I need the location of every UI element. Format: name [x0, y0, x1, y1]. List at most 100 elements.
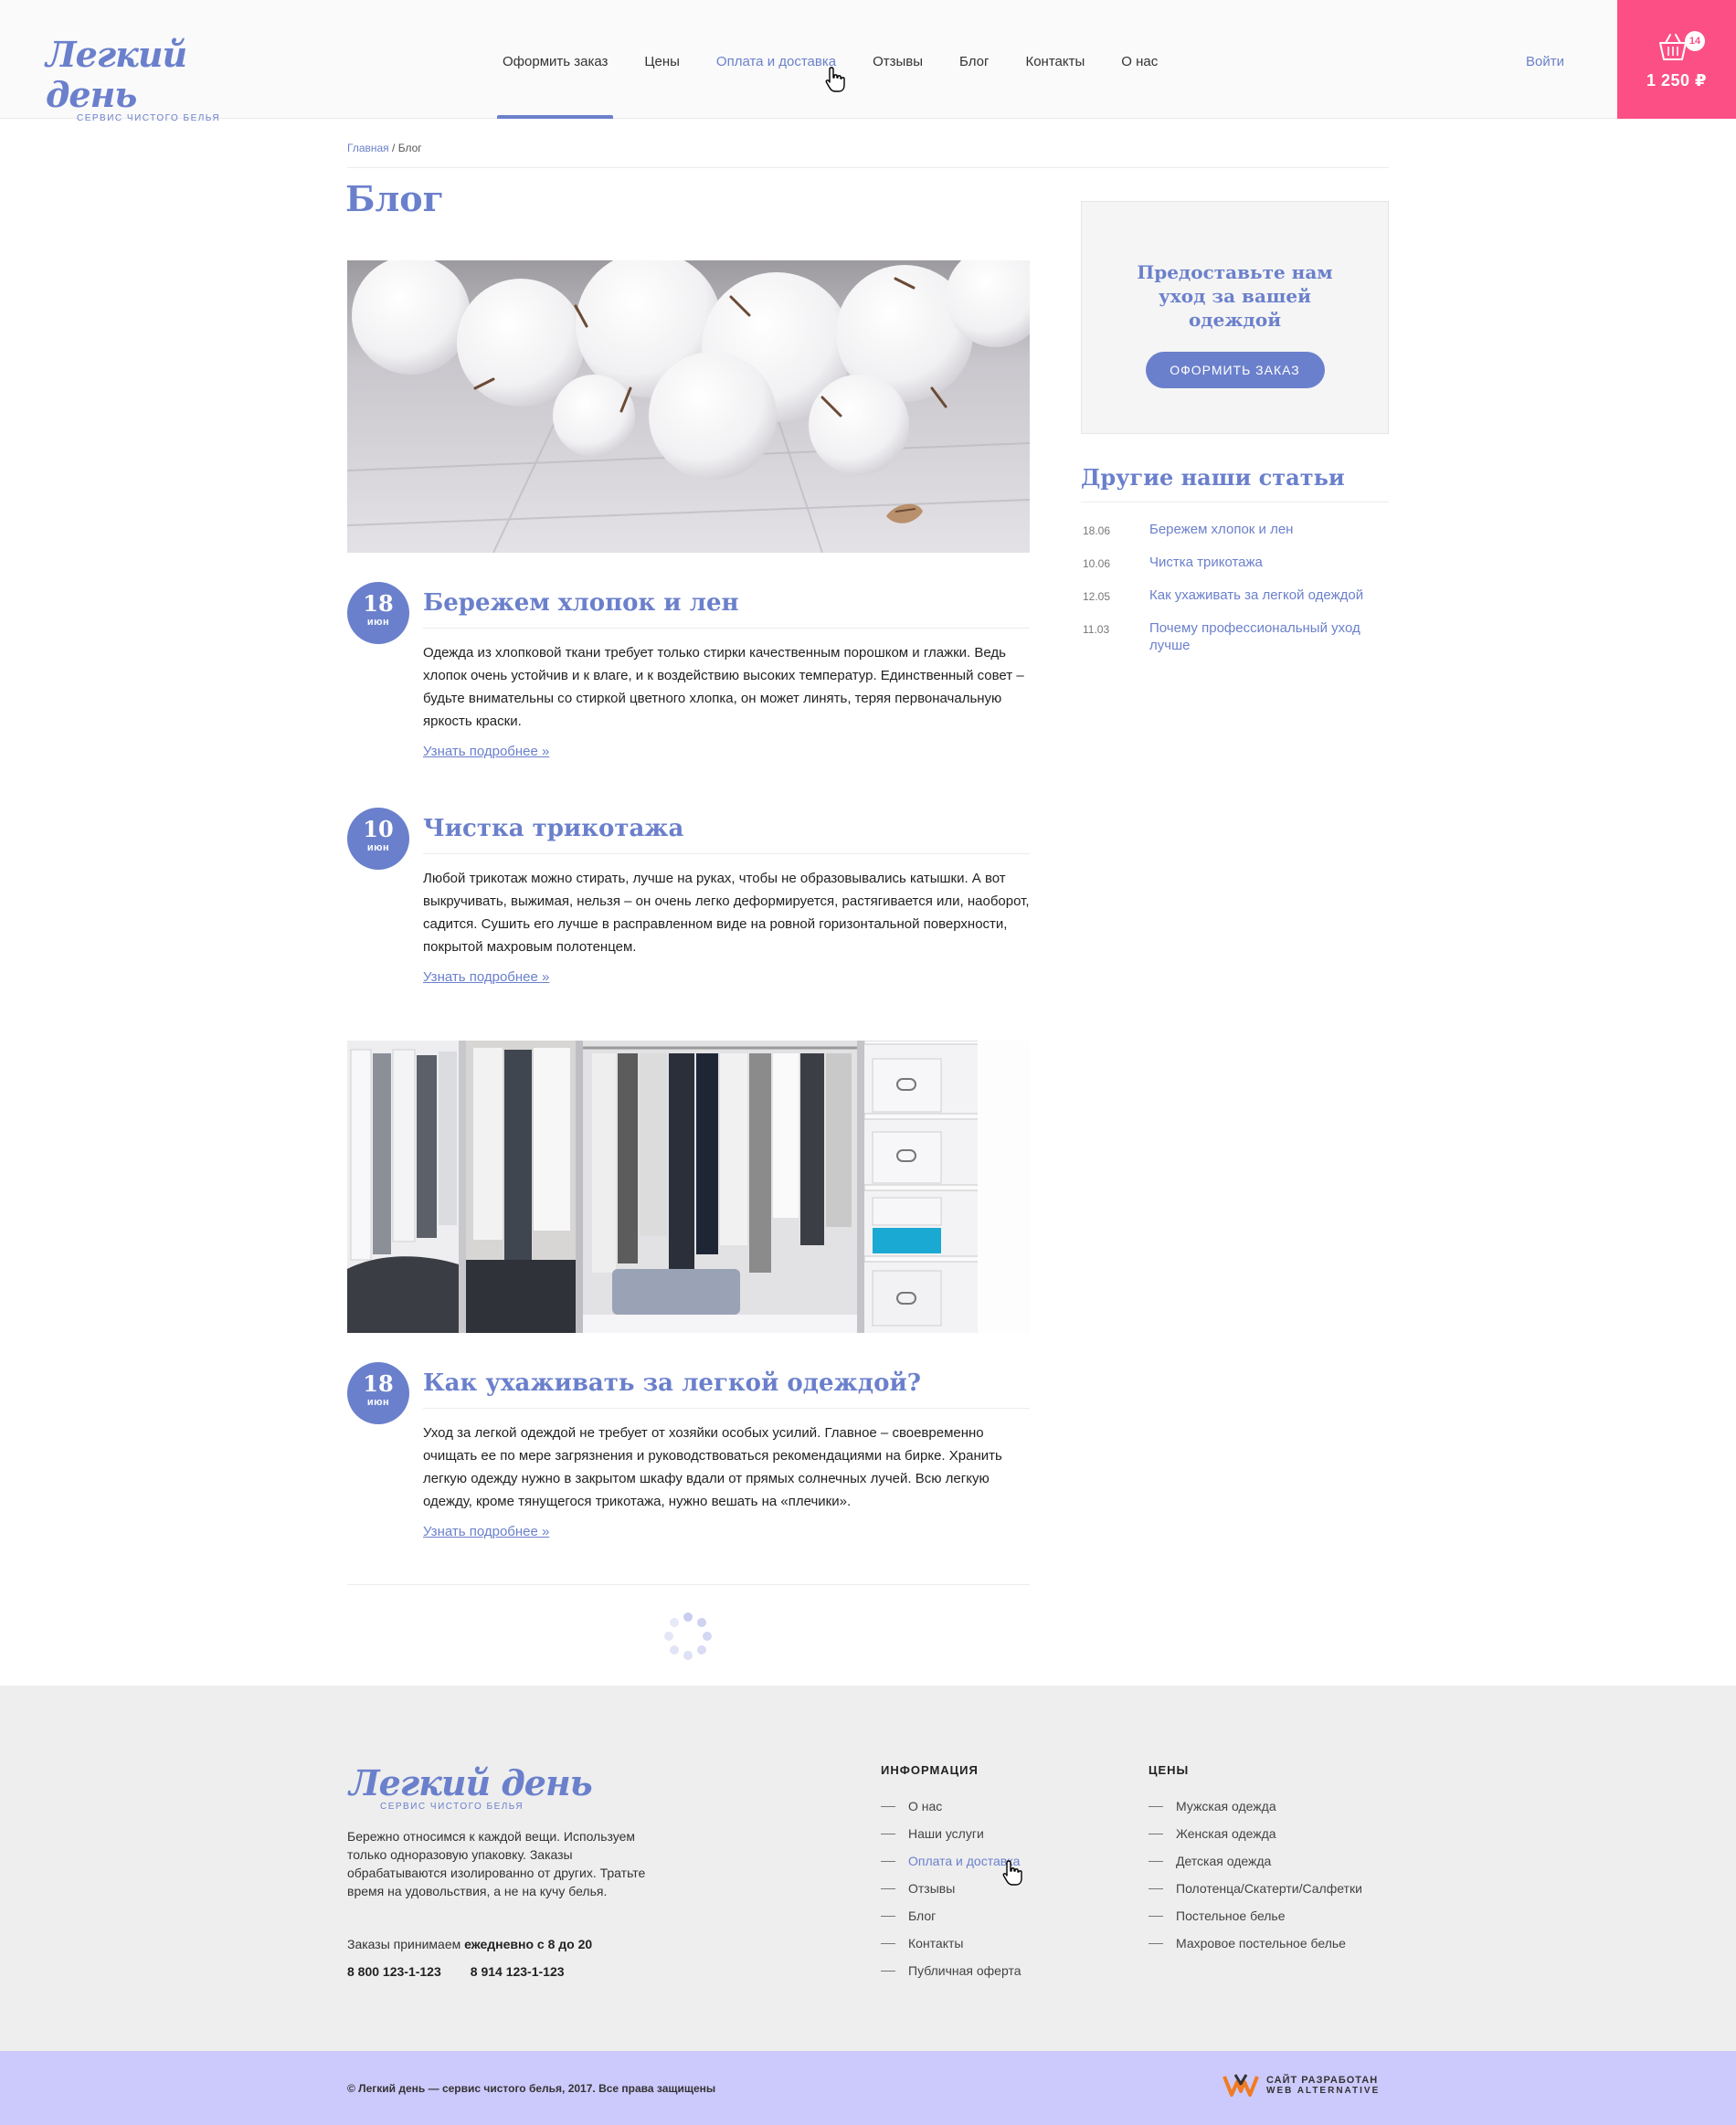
- post-title[interactable]: Как ухаживать за легкой одеждой?: [423, 1362, 1030, 1409]
- footer-hours: Заказы принимаем ежедневно с 8 до 20: [347, 1937, 592, 1951]
- article-date: 12.05: [1083, 590, 1111, 603]
- article-link[interactable]: Чистка трикотажа: [1149, 554, 1391, 573]
- nav-item-contacts[interactable]: Контакты: [1007, 0, 1103, 119]
- article-date: 10.06: [1083, 557, 1111, 570]
- article-link[interactable]: Как ухаживать за легкой одеждой: [1149, 587, 1391, 606]
- nav-item-order[interactable]: Оформить заказ: [484, 0, 626, 119]
- footer-info-title: Информация: [881, 1763, 979, 1777]
- nav-item-payment-delivery[interactable]: Оплата и доставка: [698, 0, 854, 119]
- cart-count-badge: 14: [1685, 31, 1705, 51]
- footer-link[interactable]: Полотенца/Скатерти/Салфетки: [1149, 1879, 1362, 1898]
- hand-cursor-icon: [825, 67, 845, 92]
- footer-link[interactable]: Отзывы: [881, 1879, 1021, 1898]
- nav-item-about[interactable]: О нас: [1103, 0, 1176, 119]
- logo-subtitle: СЕРВИС ЧИСТОГО БЕЛЬЯ: [77, 113, 221, 123]
- page-title: Блог: [345, 178, 444, 219]
- blog-post: 10 июн Чистка трикотажа Любой трикотаж м…: [347, 808, 1030, 986]
- post-date-badge: 18 июн: [347, 582, 409, 644]
- footer-link[interactable]: Детская одежда: [1149, 1852, 1362, 1870]
- order-promo-box: Предоставьте нам уход за вашей одеждой О…: [1081, 201, 1389, 434]
- footer-link[interactable]: Публичная оферта: [881, 1961, 1021, 1980]
- phone-2[interactable]: 8 914 123-1-123: [471, 1964, 565, 1979]
- post-image-cotton[interactable]: [347, 260, 1030, 553]
- footer-link[interactable]: Оплата и доставка: [881, 1852, 1021, 1870]
- post-date-month: июн: [366, 1397, 390, 1408]
- post-title[interactable]: Чистка трикотажа: [423, 808, 1030, 854]
- nav-item-reviews[interactable]: Отзывы: [854, 0, 941, 119]
- footer-link[interactable]: Мужская одежда: [1149, 1797, 1362, 1815]
- article-date: 18.06: [1083, 524, 1111, 537]
- nav-item-prices[interactable]: Цены: [626, 0, 698, 119]
- login-link[interactable]: Войти: [1526, 0, 1564, 119]
- cart-total: 1 250 ₽: [1646, 71, 1708, 90]
- post-title[interactable]: Бережем хлопок и лен: [423, 582, 1030, 629]
- copyright: © Легкий день — сервис чистого белья, 20…: [347, 2082, 716, 2095]
- order-button[interactable]: Оформить заказ: [1145, 352, 1325, 388]
- other-articles-list: 18.06 Бережем хлопок и лен 10.06 Чистка …: [1083, 521, 1391, 668]
- post-image-wardrobe[interactable]: [347, 1041, 1030, 1333]
- loading-spinner-icon: [664, 1612, 712, 1660]
- web-alternative-logo-icon: [1223, 2074, 1259, 2097]
- article-link[interactable]: Бережем хлопок и лен: [1149, 521, 1391, 540]
- developer-credit[interactable]: САЙТ РАЗРАБОТАН WEB ALTERNATIVE: [1223, 2071, 1380, 2099]
- nav-item-blog[interactable]: Блог: [941, 0, 1007, 119]
- hand-cursor-icon: [1002, 1860, 1022, 1886]
- developer-line-1: САЙТ РАЗРАБОТАН: [1266, 2074, 1379, 2086]
- cart-button[interactable]: 14 1 250 ₽: [1617, 0, 1736, 119]
- footer-about-text: Бережно относимся к каждой вещи. Использ…: [347, 1829, 646, 1898]
- footer-link[interactable]: Махровое постельное белье: [1149, 1934, 1362, 1952]
- site-header: Легкий день СЕРВИС ЧИСТОГО БЕЛЬЯ Оформит…: [0, 0, 1736, 123]
- hours-prefix: Заказы принимаем: [347, 1937, 465, 1951]
- phone-1[interactable]: 8 800 123-1-123: [347, 1964, 441, 1979]
- post-date-day: 18: [363, 590, 394, 617]
- footer-phones: 8 800 123-1-123 8 914 123-1-123: [347, 1964, 565, 1979]
- footer-logo-title: Легкий день: [349, 1762, 593, 1803]
- breadcrumb-separator: /: [388, 142, 398, 154]
- hours-value: ежедневно с 8 до 20: [464, 1937, 593, 1951]
- breadcrumb: Главная / Блог: [347, 142, 1389, 168]
- breadcrumb-current: Блог: [397, 142, 422, 154]
- other-articles-title: Другие наши статьи: [1081, 464, 1389, 502]
- footer-info-column: Информация О нас Наши услуги Оплата и до…: [881, 1763, 1021, 1989]
- footer-link[interactable]: Наши услуги: [881, 1824, 1021, 1843]
- post-date-month: июн: [366, 617, 390, 628]
- post-excerpt: Одежда из хлопковой ткани требует только…: [423, 645, 1024, 729]
- footer-bottom-bar: © Легкий день — сервис чистого белья, 20…: [0, 2051, 1736, 2125]
- article-date: 11.03: [1083, 623, 1110, 636]
- post-date-day: 10: [363, 816, 394, 842]
- footer-prices-column: Цены Мужская одежда Женская одежда Детск…: [1149, 1763, 1362, 1961]
- article-link[interactable]: Почему профессиональный уход лучше: [1149, 619, 1391, 654]
- footer-link[interactable]: Контакты: [881, 1934, 1021, 1952]
- post-date-badge: 18 июн: [347, 1362, 409, 1424]
- read-more-link[interactable]: Узнать подробнее »: [423, 969, 549, 985]
- footer-prices-title: Цены: [1149, 1763, 1190, 1777]
- post-date-month: июн: [366, 842, 390, 853]
- footer-link[interactable]: Женская одежда: [1149, 1824, 1362, 1843]
- post-date-badge: 10 июн: [347, 808, 409, 870]
- site-footer: Легкий день СЕРВИС ЧИСТОГО БЕЛЬЯ Бережно…: [0, 1686, 1736, 2051]
- blog-post: 18 июн Бережем хлопок и лен Одежда из хл…: [347, 582, 1030, 760]
- read-more-link[interactable]: Узнать подробнее »: [423, 744, 549, 759]
- post-excerpt: Уход за легкой одеждой не требует от хоз…: [423, 1425, 1002, 1509]
- list-item: 11.03 Почему профессиональный уход лучше: [1083, 619, 1391, 654]
- site-logo[interactable]: Легкий день СЕРВИС ЧИСТОГО БЕЛЬЯ: [46, 34, 228, 124]
- post-excerpt: Любой трикотаж можно стирать, лучше на р…: [423, 871, 1030, 955]
- footer-link[interactable]: Постельное белье: [1149, 1907, 1362, 1925]
- basket-icon: [1659, 34, 1687, 60]
- footer-link[interactable]: Блог: [881, 1907, 1021, 1925]
- read-more-link[interactable]: Узнать подробнее »: [423, 1524, 549, 1539]
- main-nav: Оформить заказ Цены Оплата и доставка От…: [484, 0, 1176, 119]
- breadcrumb-home[interactable]: Главная: [347, 142, 389, 154]
- promo-text: Предоставьте нам уход за вашей одеждой: [1137, 261, 1333, 331]
- developer-line-2: WEB ALTERNATIVE: [1266, 2085, 1381, 2096]
- wardrobe-photo: [347, 1041, 1030, 1333]
- cotton-photo: [347, 260, 1030, 553]
- logo-title: Легкий день: [46, 34, 187, 115]
- footer-logo[interactable]: Легкий день СЕРВИС ЧИСТОГО БЕЛЬЯ: [349, 1762, 593, 1813]
- footer-link[interactable]: О нас: [881, 1797, 1021, 1815]
- blog-post: 18 июн Как ухаживать за легкой одеждой? …: [347, 1362, 1030, 1540]
- posts-divider: [347, 1584, 1030, 1585]
- list-item: 12.05 Как ухаживать за легкой одеждой: [1083, 587, 1391, 606]
- list-item: 18.06 Бережем хлопок и лен: [1083, 521, 1391, 540]
- post-date-day: 18: [363, 1370, 394, 1397]
